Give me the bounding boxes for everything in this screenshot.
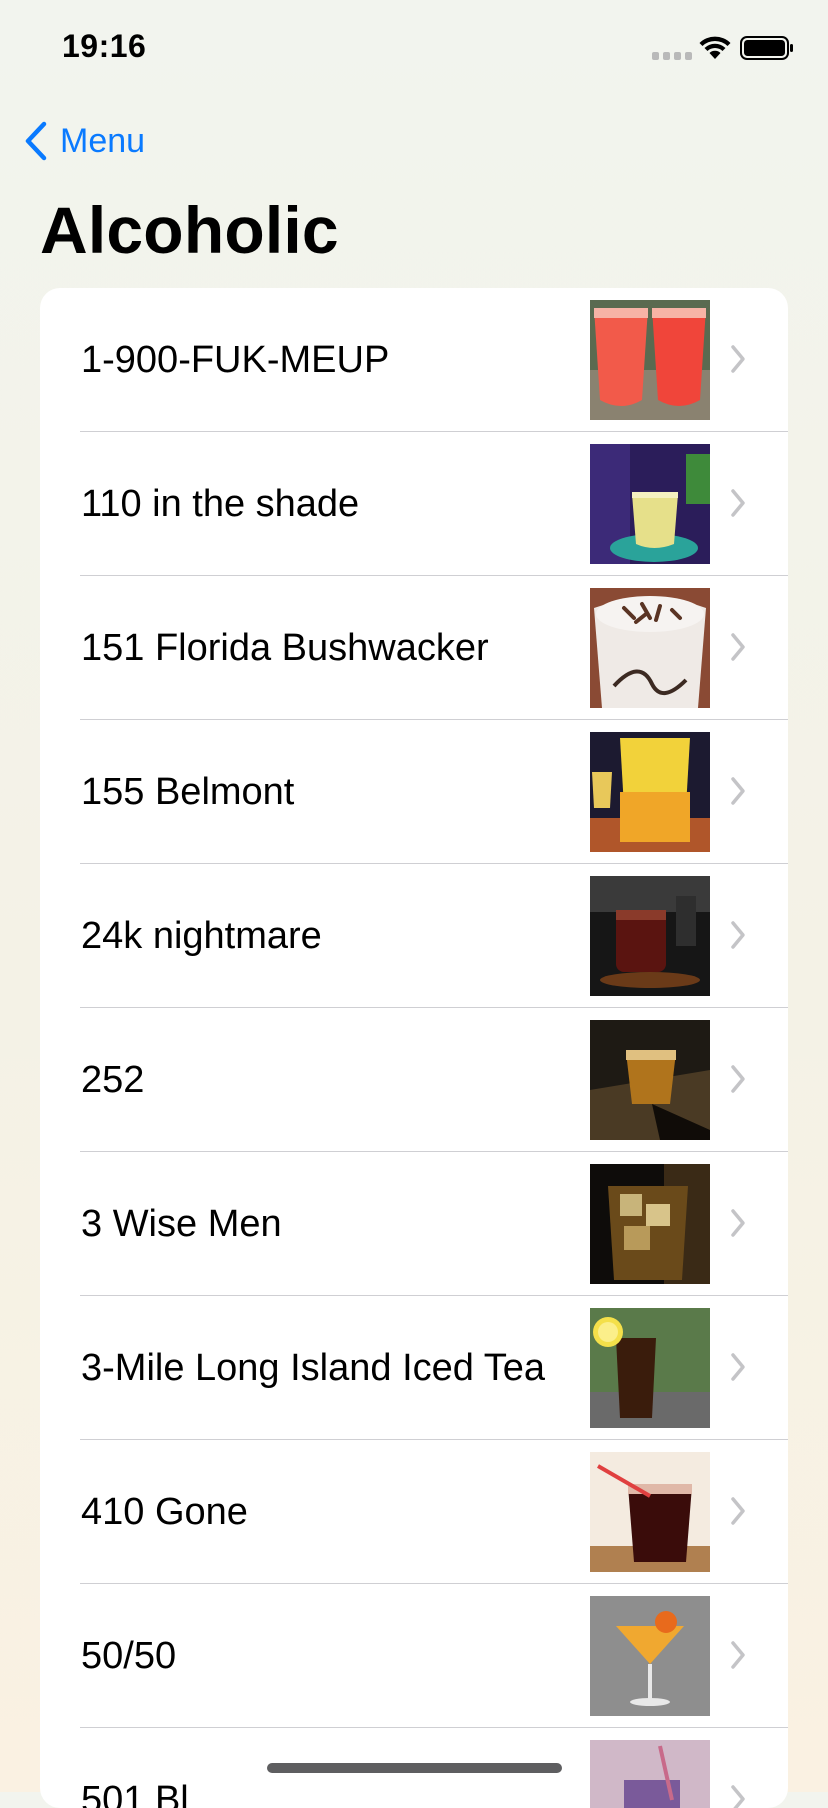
page-title: Alcoholic xyxy=(40,193,339,267)
drink-row[interactable]: 110 in the shade xyxy=(40,432,788,576)
chevron-right-icon xyxy=(731,921,745,949)
drink-name: 1-900-FUK-MEUP xyxy=(81,339,390,381)
battery-icon xyxy=(740,36,793,60)
drink-row[interactable]: 410 Gone xyxy=(40,1440,788,1584)
chevron-right-icon xyxy=(731,1497,745,1525)
chevron-right-icon xyxy=(731,1641,745,1669)
drink-name: 252 xyxy=(81,1059,145,1101)
iced-tea-lemon-photo xyxy=(590,1308,710,1428)
martini-orange-photo xyxy=(590,1596,710,1716)
whiskey-ice-photo xyxy=(590,1164,710,1284)
drink-name: 24k nightmare xyxy=(81,915,322,957)
status-bar: 19:16 xyxy=(0,0,828,100)
chevron-right-icon xyxy=(731,345,745,373)
drink-row[interactable]: 24k nightmare xyxy=(40,864,788,1008)
chevron-right-icon xyxy=(731,777,745,805)
drink-name: 110 in the shade xyxy=(81,483,360,525)
drink-list: 1-900-FUK-MEUP 110 in the shade 151 Flor… xyxy=(40,288,788,1808)
whiskey-glass-photo xyxy=(590,876,710,996)
red-cocktail-photo xyxy=(590,300,710,420)
red-drink-straw-photo xyxy=(590,1452,710,1572)
drink-name: 3-Mile Long Island Iced Tea xyxy=(81,1347,546,1389)
chevron-right-icon xyxy=(731,633,745,661)
drink-row[interactable]: 50/50 xyxy=(40,1584,788,1728)
shot-glass-photo xyxy=(590,1020,710,1140)
drink-row[interactable]: 1-900-FUK-MEUP xyxy=(40,288,788,432)
drink-name: 3 Wise Men xyxy=(81,1203,282,1245)
drink-name: 50/50 xyxy=(81,1635,177,1677)
chocolate-cream-drink-photo xyxy=(590,588,710,708)
chevron-left-icon xyxy=(25,121,47,161)
drink-name: 410 Gone xyxy=(81,1491,248,1533)
status-time: 19:16 xyxy=(62,28,147,64)
drink-row[interactable]: 151 Florida Bushwacker xyxy=(40,576,788,720)
chevron-right-icon xyxy=(731,1209,745,1237)
yellow-cocktail-photo xyxy=(590,444,710,564)
drink-row[interactable]: 155 Belmont xyxy=(40,720,788,864)
cellular-signal-icon xyxy=(652,52,692,60)
back-button-label: Menu xyxy=(60,121,146,160)
drink-row[interactable]: 3-Mile Long Island Iced Tea xyxy=(40,1296,788,1440)
drink-name: 151 Florida Bushwacker xyxy=(81,627,489,669)
chevron-right-icon xyxy=(731,489,745,517)
purple-drink-photo xyxy=(590,1740,710,1808)
wifi-icon xyxy=(699,36,731,59)
orange-cocktail-photo xyxy=(590,732,710,852)
drink-name: 501 Bl xyxy=(81,1779,189,1808)
chevron-right-icon xyxy=(731,1065,745,1093)
drink-row[interactable]: 3 Wise Men xyxy=(40,1152,788,1296)
home-indicator[interactable] xyxy=(267,1763,562,1773)
drink-row[interactable]: 252 xyxy=(40,1008,788,1152)
chevron-right-icon xyxy=(731,1353,745,1381)
drink-name: 155 Belmont xyxy=(81,771,295,813)
chevron-right-icon xyxy=(731,1785,745,1808)
back-button[interactable]: Menu xyxy=(24,118,145,164)
